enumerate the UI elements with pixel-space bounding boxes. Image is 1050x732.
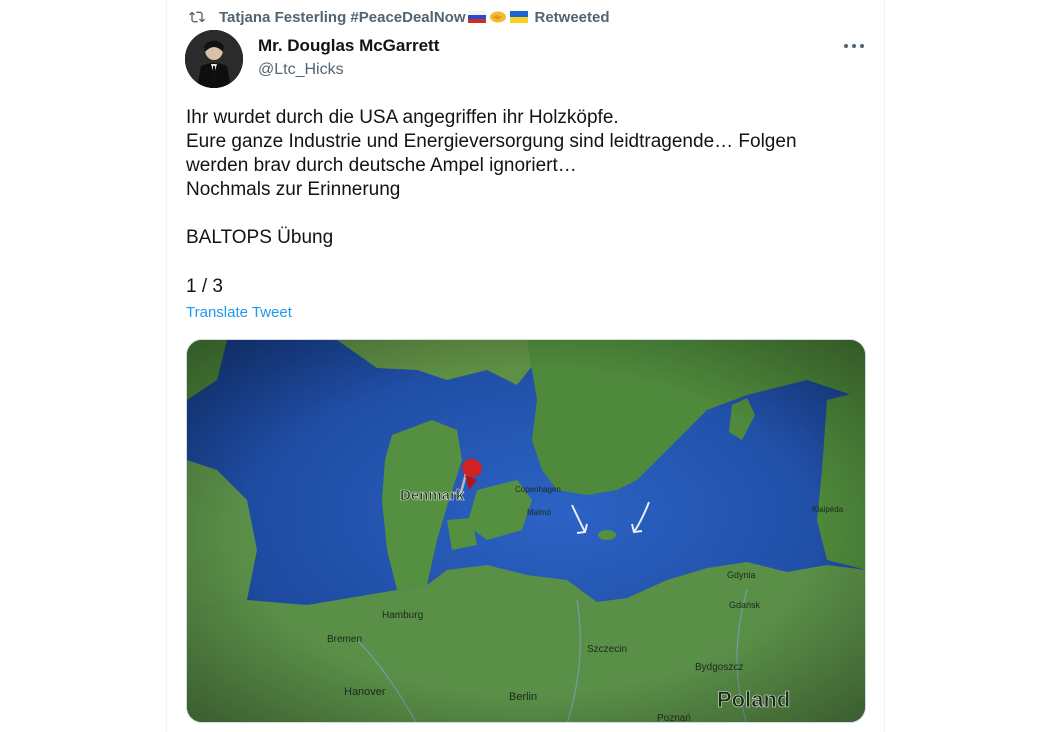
map-label-gdansk: Gdańsk [729,600,761,610]
map-label-poznan: Poznań [657,713,691,723]
avatar[interactable] [185,30,243,88]
russia-flag-icon [468,11,487,23]
retweeted-label: Retweeted [534,8,610,26]
retweet-icon [189,11,205,23]
author-name[interactable]: Mr. Douglas McGarrett [258,36,439,56]
map-label-hamburg: Hamburg [382,610,423,621]
tweet-media-map[interactable]: Denmark Copenhagen Malmö Hamburg Bremen … [186,339,866,723]
map-label-klaipeda: Klaipėda [812,505,844,514]
thread-counter: 1 / 3 [186,276,223,297]
tweet-line: Ihr wurdet durch die USA angegriffen ihr… [186,107,619,128]
map-label-gdynia: Gdynia [727,570,756,580]
tweet-line: werden brav durch deutsche Ampel ignorie… [186,155,577,176]
map-label-poland: Poland [717,687,790,712]
map-label-malmo: Malmö [527,508,552,517]
handshake-icon [490,11,507,23]
map-label-bydgoszcz: Bydgoszcz [695,662,743,673]
map-label-hanover: Hanover [344,686,386,698]
map-label-bremen: Bremen [327,634,362,645]
tweet-column: Tatjana Festerling #PeaceDealNow Retweet… [166,0,885,732]
tweet-text: Ihr wurdet durch die USA angegriffen ihr… [186,106,856,250]
author-handle[interactable]: @Ltc_Hicks [258,61,344,79]
tweet-line: BALTOPS Übung [186,227,334,248]
retweet-indicator[interactable]: Tatjana Festerling #PeaceDealNow Retweet… [189,6,610,28]
map-label-berlin: Berlin [509,691,537,703]
tweet-line: Nochmals zur Erinnerung [186,179,401,200]
map-image: Denmark Copenhagen Malmö Hamburg Bremen … [187,340,865,723]
more-options-icon[interactable] [844,36,864,56]
map-label-copenhagen: Copenhagen [515,485,561,494]
ukraine-flag-icon [510,11,529,23]
map-label-szczecin: Szczecin [587,644,627,655]
translate-tweet-link[interactable]: Translate Tweet [186,304,292,321]
map-label-denmark: Denmark [400,487,465,504]
tweet-line: Eure ganze Industrie und Energieversorgu… [186,131,797,152]
retweeter-name[interactable]: Tatjana Festerling #PeaceDealNow [219,9,465,26]
